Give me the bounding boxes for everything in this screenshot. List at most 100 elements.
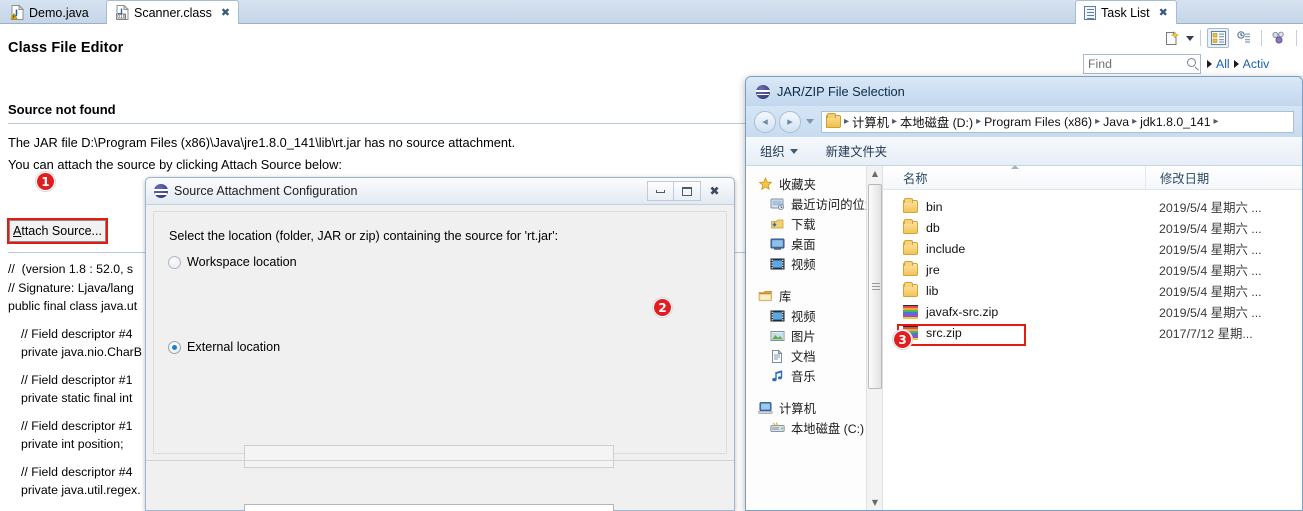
file-name-cell: jre xyxy=(883,261,1145,277)
categorized-presentation-icon[interactable] xyxy=(1207,28,1229,48)
toolbar-item-new-folder[interactable]: 新建文件夹 xyxy=(826,142,888,160)
file-row[interactable]: src.zip 2017/7/12 星期... xyxy=(883,322,1302,343)
external-path-input[interactable] xyxy=(244,504,614,511)
sidebar-item-9[interactable]: 文档 xyxy=(746,346,882,366)
search-icon xyxy=(1187,58,1196,67)
task-list-toolbar xyxy=(1073,24,1303,52)
workspace-location-label: Workspace location xyxy=(187,255,297,269)
forward-icon[interactable]: ▸ xyxy=(779,110,801,133)
file-name: lib xyxy=(926,283,939,298)
dropdown-caret-icon[interactable] xyxy=(1186,35,1194,41)
close-icon[interactable]: ✖ xyxy=(1159,6,1168,19)
close-icon[interactable]: ✖ xyxy=(701,181,728,201)
back-icon[interactable]: ◂ xyxy=(754,110,776,133)
sidebar-item-13[interactable]: 本地磁盘 (C:) xyxy=(746,418,882,438)
step-marker-1: 1 xyxy=(36,172,55,191)
class-file-code: // (version 1.8 : 52.0, s // Signature: L… xyxy=(8,260,142,500)
workspace-location-radio[interactable]: Workspace location xyxy=(168,255,297,269)
sidebar-item-3[interactable]: 桌面 xyxy=(746,234,882,254)
drive-icon xyxy=(770,421,785,435)
focus-on-workweek-icon[interactable] xyxy=(1268,28,1290,48)
search-placeholder: Find xyxy=(1088,57,1112,71)
library-icon xyxy=(758,289,773,303)
sidebar-item-label: 桌面 xyxy=(791,238,816,252)
file-row[interactable]: bin 2019/5/4 星期六 ... xyxy=(883,196,1302,217)
tab-demo-java[interactable]: Demo.java xyxy=(2,1,97,24)
breadcrumb-separator-icon: ▸ xyxy=(891,116,897,127)
file-date-cell: 2019/5/4 星期六 ... xyxy=(1159,242,1262,257)
file-row[interactable]: db 2019/5/4 星期六 ... xyxy=(883,217,1302,238)
sidebar-item-6[interactable]: 库 xyxy=(746,286,882,306)
close-icon[interactable]: ✖ xyxy=(221,6,230,19)
sidebar-item-12[interactable]: 计算机 xyxy=(746,398,882,418)
sidebar-item-0[interactable]: 收藏夹 xyxy=(746,174,882,194)
file-name: javafx-src.zip xyxy=(926,304,999,319)
code-line: // Signature: Ljava/lang xyxy=(8,280,134,295)
filter-caret-icon[interactable] xyxy=(1207,60,1212,68)
folder-icon xyxy=(826,113,841,128)
maximize-icon[interactable] xyxy=(674,181,701,201)
breadcrumb-separator-icon: ▸ xyxy=(1132,116,1138,127)
code-line: private static final int xyxy=(21,391,133,405)
filter-caret-icon[interactable] xyxy=(1233,60,1239,68)
sidebar-item-label: 视频 xyxy=(791,258,816,272)
zip-archive-icon xyxy=(903,304,918,319)
search-input[interactable]: Find xyxy=(1083,54,1201,74)
attach-source-button[interactable]: Attach Source... xyxy=(9,220,106,242)
toolbar-item-label: 组织 xyxy=(760,145,785,159)
breadcrumb-item[interactable]: jdk1.8.0_141 xyxy=(1140,115,1210,129)
sidebar-item-2[interactable]: 下载 xyxy=(746,214,882,234)
file-row[interactable]: include 2019/5/4 星期六 ... xyxy=(883,238,1302,259)
minimize-icon[interactable] xyxy=(647,181,674,201)
sidebar-item-10[interactable]: 音乐 xyxy=(746,366,882,386)
scheduled-presentation-icon[interactable] xyxy=(1233,28,1255,48)
new-task-icon[interactable] xyxy=(1160,28,1182,48)
file-row[interactable]: javafx-src.zip 2019/5/4 星期六 ... xyxy=(883,301,1302,322)
sidebar-scrollbar[interactable]: ▲ ▼ xyxy=(866,166,882,510)
scroll-up-icon[interactable]: ▲ xyxy=(867,166,883,181)
filter-active[interactable]: Activ xyxy=(1243,57,1270,71)
column-header-date[interactable]: 修改日期 xyxy=(1145,166,1302,189)
scroll-down-icon[interactable]: ▼ xyxy=(867,495,883,510)
desktop-icon xyxy=(770,237,785,251)
file-row[interactable]: jre 2019/5/4 星期六 ... xyxy=(883,259,1302,280)
jar-zip-file-selection-dialog: JAR/ZIP File Selection ◂ ▸ ▸ 计算机 ▸ 本地磁盘 (D:… xyxy=(745,76,1303,511)
sidebar-item-label: 图片 xyxy=(791,330,816,344)
dialog-content-panel: Select the location (folder, JAR or zip)… xyxy=(153,211,727,454)
sidebar-item-8[interactable]: 图片 xyxy=(746,326,882,346)
workspace-path-input[interactable] xyxy=(244,445,614,468)
file-row[interactable]: lib 2019/5/4 星期六 ... xyxy=(883,280,1302,301)
breadcrumb-item[interactable]: 计算机 xyxy=(852,113,889,131)
radio-icon xyxy=(168,255,181,269)
folder-icon xyxy=(903,198,918,213)
filter-all[interactable]: All xyxy=(1216,57,1230,71)
breadcrumb-item[interactable]: 本地磁盘 (D:) xyxy=(900,113,973,131)
scrollbar-thumb[interactable] xyxy=(868,184,882,389)
jar-dialog-titlebar[interactable]: JAR/ZIP File Selection xyxy=(746,77,1302,106)
chevron-down-icon xyxy=(789,148,798,154)
breadcrumb-separator-icon[interactable]: ▸ xyxy=(1214,116,1219,127)
sidebar-item-7[interactable]: 视频 xyxy=(746,306,882,326)
folder-icon xyxy=(903,219,918,234)
column-header-date-label: 修改日期 xyxy=(1160,171,1210,186)
toolbar-item-organize[interactable]: 组织 xyxy=(760,142,798,160)
screenshot-root: Demo.java 010 Scanner.class ✖ Class File… xyxy=(0,0,1303,511)
external-location-label: External location xyxy=(187,340,281,354)
sidebar-item-4[interactable]: 视频 xyxy=(746,254,882,274)
breadcrumb-item[interactable]: Program Files (x86) xyxy=(984,115,1092,129)
external-location-radio[interactable]: External location xyxy=(168,340,280,354)
page-title: Class File Editor xyxy=(8,40,124,56)
file-name: src.zip xyxy=(926,325,962,340)
tab-task-list[interactable]: Task List ✖ xyxy=(1075,0,1177,24)
breadcrumb-item[interactable]: Java xyxy=(1103,115,1129,129)
breadcrumb-separator-icon: ▸ xyxy=(1095,116,1101,127)
column-header-name-label: 名称 xyxy=(903,171,928,186)
column-header-name[interactable]: 名称 xyxy=(883,164,1145,187)
tab-scanner-class[interactable]: 010 Scanner.class ✖ xyxy=(106,0,240,24)
breadcrumb[interactable]: ▸ 计算机 ▸ 本地磁盘 (D:) ▸ Program Files (x86) ▸ Java ▸… xyxy=(821,110,1294,133)
dialog-titlebar[interactable]: Source Attachment Configuration ✖ xyxy=(146,178,734,205)
recent-locations-caret-icon[interactable] xyxy=(806,119,814,124)
sidebar-item-1[interactable]: 最近访问的位置 xyxy=(746,194,882,214)
